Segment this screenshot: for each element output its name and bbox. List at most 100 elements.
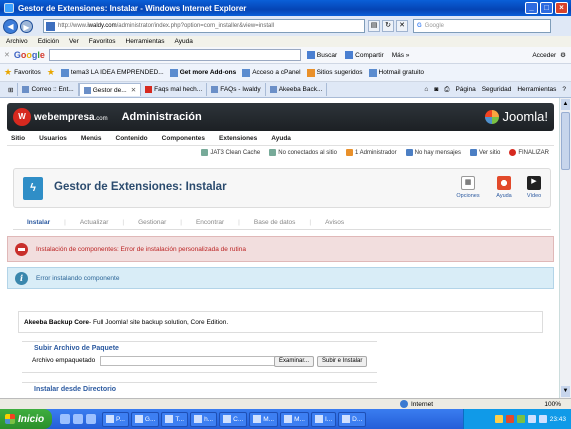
print-icon[interactable]: ⎙ bbox=[444, 86, 449, 94]
scroll-down-icon[interactable]: ▼ bbox=[561, 386, 570, 397]
tab-encontrar[interactable]: Encontrar bbox=[196, 219, 224, 226]
tab-base-datos[interactable]: Base de datos bbox=[254, 219, 296, 226]
tab-actualizar[interactable]: Actualizar bbox=[80, 219, 109, 226]
taskbar-item-4[interactable]: h... bbox=[190, 411, 218, 427]
scroll-up-icon[interactable]: ▲ bbox=[561, 99, 570, 110]
minimize-button[interactable]: _ bbox=[525, 2, 538, 14]
tab-faqs-mal[interactable]: Faqs mal hech... bbox=[141, 83, 208, 96]
network-icon[interactable] bbox=[527, 415, 536, 423]
jmenu-contenido[interactable]: Contenido bbox=[116, 135, 148, 142]
menu-edicion[interactable]: Edición bbox=[38, 38, 59, 45]
compartir-button[interactable]: Compartir bbox=[345, 51, 384, 59]
status-messages[interactable]: No hay mensajes bbox=[405, 149, 461, 156]
tab-correo[interactable]: Correo :: Ent... bbox=[18, 83, 79, 96]
fav-item-cpanel[interactable]: Acceso a cPanel bbox=[242, 68, 301, 77]
taskbar-item-3[interactable]: T... bbox=[161, 411, 189, 427]
quicklaunch-app-icon[interactable] bbox=[60, 414, 70, 424]
taskbar-item-7[interactable]: M... bbox=[280, 411, 309, 427]
start-button[interactable]: Inicio bbox=[0, 409, 52, 429]
logout-link[interactable]: FINALIZAR bbox=[509, 149, 549, 156]
seguridad-menu[interactable]: Seguridad bbox=[482, 86, 512, 93]
rss-icon[interactable]: ◙ bbox=[434, 86, 438, 93]
star-icon: ★ bbox=[4, 67, 13, 77]
wrench-icon[interactable]: ⚙ bbox=[560, 51, 566, 59]
menu-archivo[interactable]: Archivo bbox=[6, 38, 28, 45]
url-input[interactable]: http://www. iwaldy.com/administrator/inde… bbox=[43, 19, 365, 33]
tab-gestionar[interactable]: Gestionar bbox=[138, 219, 166, 226]
view-site-link[interactable]: Ver sitio bbox=[469, 149, 500, 156]
taskbar-item-6[interactable]: M... bbox=[249, 411, 279, 427]
home-icon[interactable]: ⌂ bbox=[424, 86, 428, 93]
back-button[interactable]: ◀ bbox=[3, 18, 18, 34]
help-button[interactable]: Ayuda bbox=[490, 176, 518, 199]
options-button[interactable]: ▦ Opciones bbox=[454, 176, 482, 199]
tray-icon[interactable] bbox=[505, 415, 514, 423]
fav-item-sitios[interactable]: Sitios sugeridos bbox=[306, 68, 363, 77]
jmenu-ayuda[interactable]: Ayuda bbox=[271, 135, 291, 142]
pagina-menu[interactable]: Página bbox=[455, 86, 475, 93]
scroll-thumb[interactable] bbox=[561, 112, 570, 170]
tab-faqs-iwaldy[interactable]: FAQs - Iwaldy bbox=[207, 83, 266, 96]
joomla-header: W webempresa.com Administración Joomla! bbox=[7, 103, 554, 131]
error-alert: Instalación de componentes: Error de ins… bbox=[7, 236, 554, 262]
google-search-input[interactable] bbox=[48, 49, 301, 61]
security-zone[interactable]: Internet bbox=[400, 400, 433, 408]
quicklaunch-ie-icon[interactable] bbox=[73, 414, 83, 424]
jmenu-menus[interactable]: Menús bbox=[81, 135, 102, 142]
tray-icon[interactable] bbox=[516, 415, 525, 423]
mas-button[interactable]: Más » bbox=[392, 52, 410, 59]
taskbar-item-9[interactable]: D... bbox=[338, 411, 367, 427]
jat3-clean-cache[interactable]: JAT3 Clean Cache bbox=[201, 149, 260, 156]
upload-install-button[interactable]: Subir e Instalar bbox=[317, 356, 368, 367]
menu-herramientas[interactable]: Herramientas bbox=[126, 38, 165, 45]
zoom-level[interactable]: 100% bbox=[544, 401, 561, 408]
taskbar-item-8[interactable]: I... bbox=[310, 411, 337, 427]
windows-icon bbox=[5, 414, 15, 424]
globe-icon bbox=[400, 400, 408, 408]
video-button[interactable]: ▶ Vídeo bbox=[520, 176, 548, 199]
help-icon[interactable]: ? bbox=[562, 86, 566, 93]
menu-favoritos[interactable]: Favoritos bbox=[89, 38, 116, 45]
menu-ver[interactable]: Ver bbox=[69, 38, 79, 45]
vertical-scrollbar[interactable]: ▲ ▼ bbox=[559, 98, 571, 398]
acceder-button[interactable]: Acceder bbox=[532, 52, 556, 59]
package-file-input[interactable] bbox=[100, 356, 290, 366]
quick-tabs-icon[interactable]: ⊞ bbox=[4, 83, 19, 96]
search-input[interactable]: G Google bbox=[413, 19, 551, 33]
taskbar-item-5[interactable]: C... bbox=[219, 411, 248, 427]
stop-icon[interactable]: ✕ bbox=[396, 20, 408, 32]
buscar-button[interactable]: Buscar bbox=[306, 51, 337, 59]
maximize-button[interactable]: □ bbox=[540, 2, 553, 14]
browse-button[interactable]: Examinar... bbox=[274, 356, 315, 367]
refresh-icon[interactable]: ↻ bbox=[382, 20, 394, 32]
add-favorite-icon[interactable]: ★ bbox=[47, 67, 55, 78]
jmenu-componentes[interactable]: Componentes bbox=[162, 135, 205, 142]
compat-view-icon[interactable]: ▤ bbox=[368, 20, 380, 32]
jmenu-extensiones[interactable]: Extensiones bbox=[219, 135, 257, 142]
jmenu-sitio[interactable]: Sitio bbox=[11, 135, 25, 142]
close-toolbar-icon[interactable]: ✕ bbox=[4, 51, 10, 59]
fav-item-tema3[interactable]: tema3 LA IDEA EMPRENDED... bbox=[60, 68, 164, 77]
menu-bar: Archivo Edición Ver Favoritos Herramient… bbox=[0, 36, 571, 47]
volume-icon[interactable] bbox=[538, 415, 547, 423]
taskbar-item-2[interactable]: G... bbox=[130, 411, 160, 427]
window-title-bar[interactable]: Gestor de Extensiones: Instalar - Window… bbox=[0, 0, 571, 16]
fav-item-addons[interactable]: Get more Add-ons bbox=[169, 68, 236, 77]
tray-icon[interactable] bbox=[494, 415, 503, 423]
quicklaunch-desktop-icon[interactable] bbox=[86, 414, 96, 424]
webempresa-logo[interactable]: W webempresa.com bbox=[13, 108, 108, 126]
herramientas-menu[interactable]: Herramientas bbox=[517, 86, 556, 93]
tab-instalar[interactable]: Instalar bbox=[27, 219, 50, 226]
tab-gestor[interactable]: Gestor de... ✕ bbox=[78, 83, 142, 96]
tab-avisos[interactable]: Avisos bbox=[325, 219, 344, 226]
fav-item-hotmail[interactable]: Hotmail gratuito bbox=[368, 68, 424, 77]
jmenu-usuarios[interactable]: Usuarios bbox=[39, 135, 67, 142]
page-content: W webempresa.com Administración Joomla! … bbox=[0, 98, 559, 398]
menu-ayuda[interactable]: Ayuda bbox=[175, 38, 193, 45]
taskbar-item-1[interactable]: P... bbox=[102, 411, 129, 427]
close-button[interactable]: × bbox=[555, 2, 568, 14]
quick-launch bbox=[60, 414, 96, 424]
tab-akeeba[interactable]: Akeeba Back... bbox=[266, 83, 328, 96]
favorites-button[interactable]: ★ Favoritos bbox=[4, 67, 41, 78]
forward-button[interactable]: ▶ bbox=[20, 19, 33, 33]
